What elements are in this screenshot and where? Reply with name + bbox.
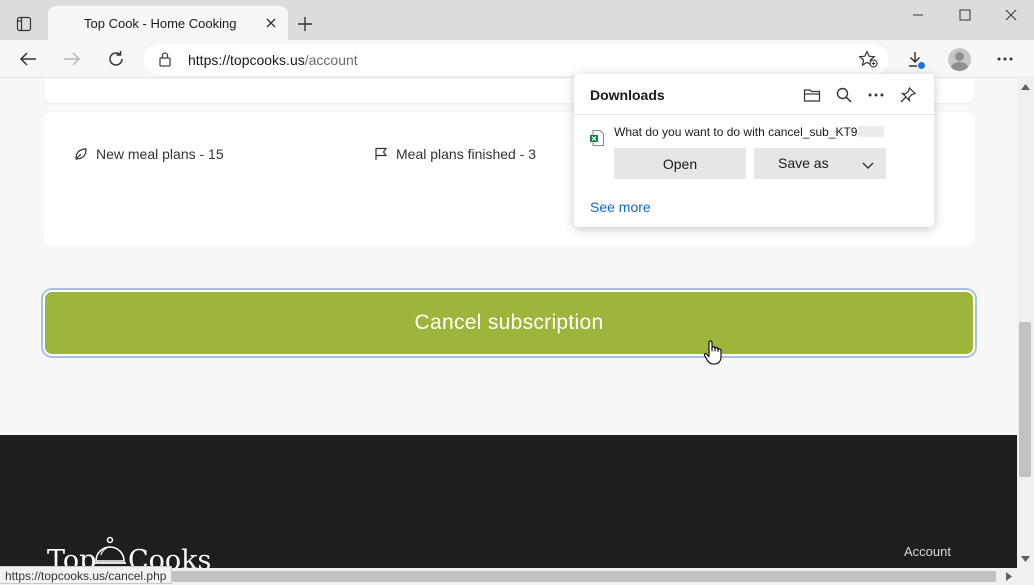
download-prompt-label: What do you want to do with cancel_sub_K… [614,125,858,139]
stat-meal-plans-finished: Meal plans finished - 3 [374,146,536,162]
tab-actions-icon[interactable] [8,8,40,40]
open-folder-icon[interactable] [801,84,823,106]
save-as-label: Save as [778,155,829,171]
lock-icon[interactable] [158,51,172,72]
footer-logo-text-left[interactable]: Top [47,545,96,568]
window-close-icon[interactable] [988,0,1034,30]
save-as-button[interactable]: Save as [754,148,886,179]
downloads-divider [574,114,934,115]
status-bar-url: https://topcooks.us/cancel.php [0,566,173,584]
refresh-icon[interactable] [101,44,131,74]
new-tab-plus-icon[interactable] [292,11,318,37]
forward-arrow-icon[interactable] [57,44,87,74]
maximize-icon[interactable] [942,0,988,30]
back-arrow-icon[interactable] [13,44,43,74]
footer-link-account[interactable]: Account [904,544,951,559]
download-badge [917,61,926,70]
url-path: /account [304,52,358,68]
horizontal-scrollbar-thumb[interactable] [172,571,996,582]
browser-tab-active[interactable]: Top Cook - Home Cooking [48,6,288,40]
add-favorite-star-icon[interactable] [858,50,878,73]
cloche-icon [94,536,126,564]
scroll-down-arrow-icon[interactable] [1021,556,1030,562]
excel-file-icon [590,130,604,151]
tab-title: Top Cook - Home Cooking [84,16,237,31]
profile-avatar[interactable] [948,48,971,71]
scroll-right-arrow-icon[interactable] [1006,572,1012,581]
stat-label: New meal plans - 15 [96,146,224,162]
pin-icon[interactable] [897,84,919,106]
site-footer: Top Cooks Account [0,435,1017,568]
search-icon[interactable] [833,84,855,106]
open-file-button[interactable]: Open [614,148,746,179]
downloads-flyout: Downloads What do you want to do with ca… [574,74,934,227]
chevron-down-icon[interactable] [862,157,874,173]
download-prompt-text: What do you want to do with cancel_sub_K… [614,125,885,139]
scroll-up-arrow-icon[interactable] [1021,84,1030,90]
stat-new-meal-plans: New meal plans - 15 [74,146,224,162]
more-horizontal-icon[interactable] [990,44,1020,74]
redacted-filename-mask [858,126,885,137]
vertical-scrollbar-thumb[interactable] [1019,322,1031,477]
minimize-icon[interactable] [895,0,941,30]
downloads-title: Downloads [590,87,665,103]
leaf-icon [75,148,87,160]
stat-label: Meal plans finished - 3 [396,146,537,162]
cancel-subscription-button[interactable]: Cancel subscription [43,290,975,356]
browser-toolbar: https://topcooks.us/account [0,40,1034,78]
tab-close-icon[interactable] [262,14,280,32]
browser-titlebar: Top Cook - Home Cooking [0,0,1034,40]
address-bar[interactable]: https://topcooks.us/account [144,44,888,75]
see-more-link[interactable]: See more [590,199,651,215]
url-text[interactable]: https://topcooks.us/account [188,52,358,68]
hand-cursor-icon [703,340,722,365]
more-horizontal-icon[interactable] [865,84,887,106]
url-host: https://topcooks.us [188,52,305,68]
download-icon[interactable] [900,44,930,74]
footer-logo-text-right[interactable]: Cooks [128,545,211,568]
flag-icon [375,147,388,160]
